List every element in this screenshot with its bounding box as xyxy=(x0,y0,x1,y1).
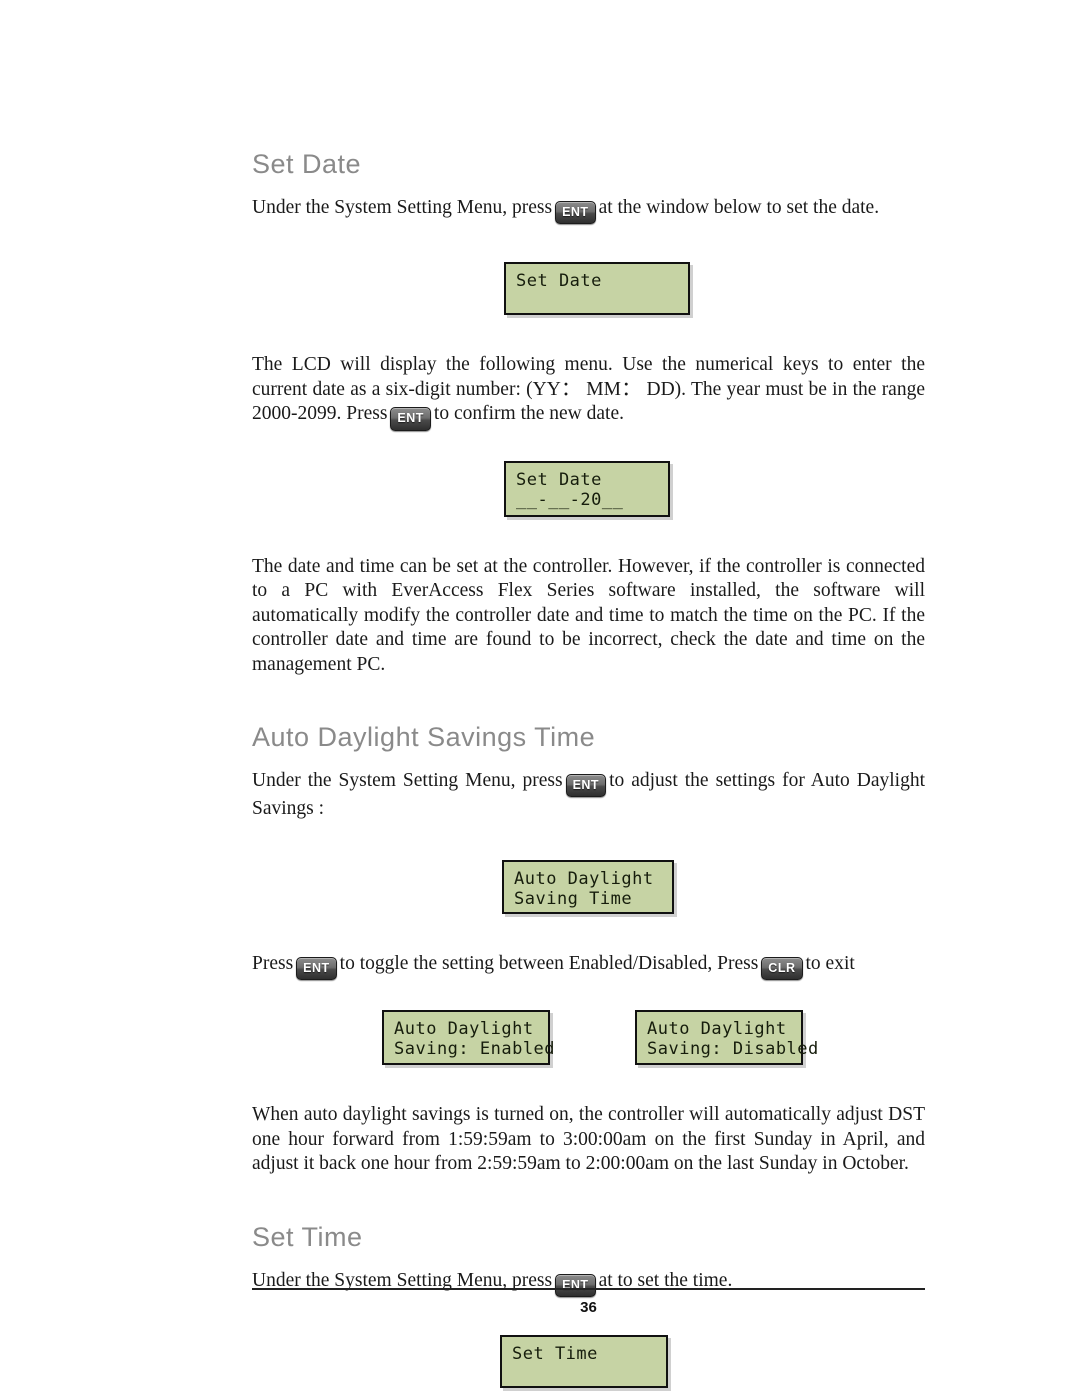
lcd-line-2: Saving Time xyxy=(514,888,633,909)
lcd-line-1: Auto Daylight xyxy=(514,868,654,889)
lcd-row-auto-dst-menu: Auto Daylight Saving Time xyxy=(252,859,925,914)
paragraph-auto-dst-toggle: Press ENT to toggle the setting between En… xyxy=(252,952,925,981)
page-content: Set Date Under the System Setting Menu, … xyxy=(252,149,925,1397)
auto-dst-toggle-mid: to toggle the setting between Enabled/Di… xyxy=(339,952,759,974)
set-date-instructions-after: to confirm the new date. xyxy=(433,403,624,425)
lcd-line-1: Set Date xyxy=(516,271,602,292)
lcd-row-set-date-entry: Set Date __-__-20__ xyxy=(252,460,925,517)
paragraph-set-date-instructions: The LCD will display the following menu.… xyxy=(252,353,925,431)
ent-key-icon[interactable]: ENT xyxy=(390,407,431,431)
lcd-line-2: Saving: Disabled xyxy=(647,1039,819,1060)
lcd-line-2: __-__-20__ xyxy=(516,489,624,510)
ent-key-icon[interactable]: ENT xyxy=(296,956,337,981)
lcd-row-set-time-menu: Set Time xyxy=(252,1335,925,1389)
clr-key-icon[interactable]: CLR xyxy=(761,956,803,981)
set-date-intro-text-after: at the window below to set the date. xyxy=(598,196,880,218)
lcd-display-set-date: Set Date xyxy=(504,262,690,316)
lcd-line-1: Set Date xyxy=(516,469,602,490)
lcd-line-2: Saving: Enabled xyxy=(394,1039,556,1060)
paragraph-auto-dst-intro: Under the System Setting Menu, press ENT t… xyxy=(252,769,925,822)
lcd-display-auto-dst-enabled: Auto Daylight Saving: Enabled xyxy=(382,1010,556,1066)
heading-set-time: Set Time xyxy=(252,1221,363,1252)
lcd-line-1: Auto Daylight xyxy=(394,1019,534,1040)
lcd-line-1: Set Time xyxy=(512,1344,598,1365)
auto-dst-toggle-before: Press xyxy=(252,952,294,974)
paragraph-set-date-intro: Under the System Setting Menu, press ENT a… xyxy=(252,196,925,225)
paragraph-dst-behavior: When auto daylight savings is turned on,… xyxy=(252,1104,925,1175)
lcd-display-auto-daylight-saving-time: Auto Daylight Saving Time xyxy=(502,859,674,914)
page-number: 36 xyxy=(580,1299,597,1316)
lcd-row-set-date-menu: Set Date xyxy=(252,262,925,316)
paragraph-controller-pc-sync: The date and time can be set at the cont… xyxy=(252,555,925,675)
auto-dst-toggle-after: to exit xyxy=(805,952,855,974)
ent-key-icon[interactable]: ENT xyxy=(555,200,596,225)
lcd-display-auto-dst-disabled: Auto Daylight Saving: Disabled xyxy=(635,1010,819,1066)
lcd-display-set-time: Set Time xyxy=(500,1335,668,1389)
heading-auto-daylight-savings-time: Auto Daylight Savings Time xyxy=(252,722,596,753)
footer-divider xyxy=(252,1288,925,1290)
page-footer: 36 xyxy=(252,1288,925,1316)
lcd-display-set-date-entry: Set Date __-__-20__ xyxy=(504,460,670,517)
lcd-line-1: Auto Daylight xyxy=(647,1019,787,1040)
ent-key-icon[interactable]: ENT xyxy=(565,773,607,798)
set-date-intro-text-before: Under the System Setting Menu, press xyxy=(252,196,553,218)
lcd-row-auto-dst-states: Auto Daylight Saving: Enabled Auto Dayli… xyxy=(252,1010,925,1066)
document-page: Set Date Under the System Setting Menu, … xyxy=(0,0,1080,1397)
heading-set-date: Set Date xyxy=(252,149,362,179)
auto-dst-intro-before: Under the System Setting Menu, press xyxy=(252,769,563,791)
